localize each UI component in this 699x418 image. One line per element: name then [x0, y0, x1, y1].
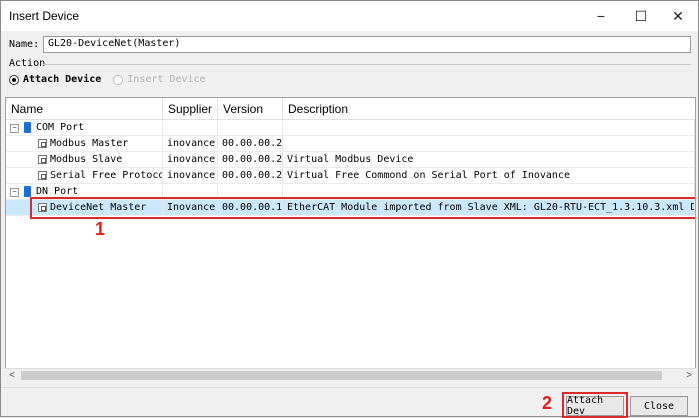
description-cell — [283, 136, 695, 152]
scroll-thumb[interactable] — [21, 371, 662, 380]
scroll-right-icon[interactable]: > — [682, 369, 696, 383]
version-cell: 00.00.00.20 — [218, 152, 283, 168]
insert-device-dialog: Insert Device − ☐ ✕ Name: GL20-DeviceNet… — [0, 0, 699, 418]
insert-device-label: Insert Device — [127, 74, 206, 85]
device-icon — [38, 139, 47, 148]
close-window-button[interactable]: ✕ — [658, 1, 698, 31]
attach-device-label[interactable]: Attach Device — [23, 74, 101, 85]
maximize-button[interactable]: ☐ — [621, 1, 661, 31]
table-row-com-port[interactable]: − COM Port — [6, 120, 695, 136]
name-label: Name: — [9, 39, 40, 50]
collapse-icon[interactable]: − — [10, 188, 19, 197]
collapse-icon[interactable]: − — [10, 124, 19, 133]
device-icon — [38, 155, 47, 164]
description-cell — [283, 120, 695, 136]
port-folder-icon — [24, 186, 31, 197]
annotation-box-1 — [30, 197, 695, 219]
port-folder-icon — [24, 122, 31, 133]
version-cell — [218, 120, 283, 136]
close-button[interactable]: Close — [630, 396, 688, 416]
annotation-number-2: 2 — [542, 393, 553, 413]
tree-label-serial-free-protocol: Serial Free Protocol — [50, 170, 163, 181]
supplier-cell — [163, 120, 218, 136]
action-label: Action — [9, 58, 46, 69]
minimize-button[interactable]: − — [581, 1, 621, 31]
column-header-description[interactable]: Description — [283, 98, 695, 120]
scroll-left-icon[interactable]: < — [5, 369, 19, 383]
column-header-version[interactable]: Version — [218, 98, 283, 120]
name-input[interactable]: GL20-DeviceNet(Master) — [43, 36, 691, 53]
supplier-cell: inovance — [163, 168, 218, 184]
table-row-modbus-master[interactable]: Modbus Master inovance 00.00.00.20 — [6, 136, 695, 152]
description-cell: Virtual Modbus Device — [283, 152, 695, 168]
column-header-name[interactable]: Name — [6, 98, 163, 120]
version-cell: 00.00.00.20 — [218, 136, 283, 152]
column-header-supplier[interactable]: Supplier — [163, 98, 218, 120]
window-title: Insert Device — [9, 9, 80, 23]
action-options: Attach Device Insert Device — [9, 74, 206, 85]
footer-divider — [1, 387, 698, 388]
insert-device-radio — [113, 74, 124, 85]
tree-label-modbus-master: Modbus Master — [50, 138, 129, 149]
version-cell: 00.00.00.20 — [218, 168, 283, 184]
supplier-cell: inovance — [163, 136, 218, 152]
action-divider — [43, 64, 691, 65]
horizontal-scrollbar[interactable]: < > — [5, 368, 696, 382]
device-table: Name Supplier Version Description − COM … — [5, 97, 696, 382]
attach-device-radio[interactable] — [9, 74, 19, 85]
description-cell: Virtual Free Commond on Serial Port of I… — [283, 168, 695, 184]
annotation-box-2 — [562, 392, 628, 418]
annotation-number-1: 1 — [95, 219, 106, 239]
supplier-cell: inovance — [163, 152, 218, 168]
table-row-modbus-slave[interactable]: Modbus Slave inovance 00.00.00.20 Virtua… — [6, 152, 695, 168]
table-row-serial-free-protocol[interactable]: Serial Free Protocol inovance 00.00.00.2… — [6, 168, 695, 184]
device-icon — [38, 171, 47, 180]
tree-label-com-port: COM Port — [36, 122, 85, 133]
tree-label-modbus-slave: Modbus Slave — [50, 154, 123, 165]
title-bar: Insert Device − ☐ ✕ — [1, 1, 698, 31]
